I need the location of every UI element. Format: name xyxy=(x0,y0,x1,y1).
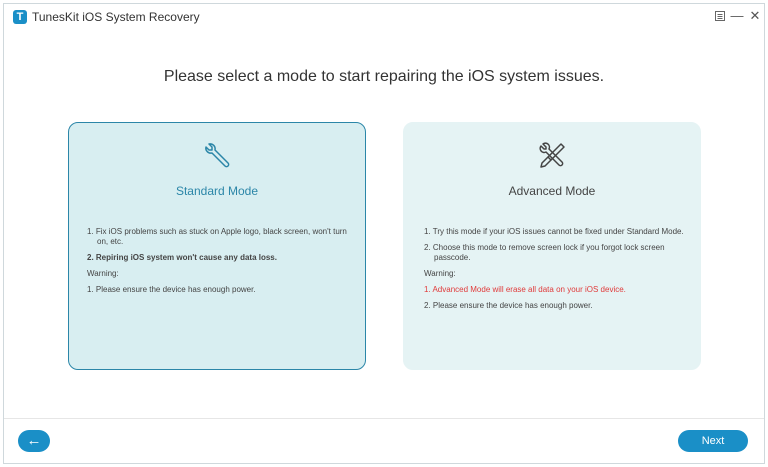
advanced-warning-1: 1. Advanced Mode will erase all data on … xyxy=(424,285,626,294)
page-title: Please select a mode to start repairing … xyxy=(163,68,605,85)
arrow-left-icon: ← xyxy=(26,432,42,449)
advanced-line-2: 2. Choose this mode to remove screen loc… xyxy=(424,243,665,262)
title-bar: T TunesKit iOS System Recovery — ✕ xyxy=(4,4,764,30)
standard-warning-label: Warning: xyxy=(87,269,119,278)
tools-icon xyxy=(537,141,567,171)
standard-line-2: 2. Repiring iOS system won't cause any d… xyxy=(87,253,277,262)
standard-mode-card[interactable]: Standard Mode 1. Fix iOS problems such a… xyxy=(68,122,366,370)
next-button[interactable]: Next xyxy=(678,430,748,452)
standard-line-1: 1. Fix iOS problems such as stuck on App… xyxy=(87,227,347,246)
advanced-warning-2: 2. Please ensure the device has enough p… xyxy=(424,301,593,310)
standard-mode-title: Standard Mode xyxy=(175,184,259,198)
menu-icon[interactable] xyxy=(712,8,728,24)
app-title: TunesKit iOS System Recovery xyxy=(32,10,200,24)
standard-warning-1: 1. Please ensure the device has enough p… xyxy=(87,285,256,294)
advanced-line-1: 1. Try this mode if your iOS issues cann… xyxy=(424,227,684,236)
advanced-mode-description: 1. Try this mode if your iOS issues cann… xyxy=(424,227,686,317)
advanced-warning-label: Warning: xyxy=(424,269,456,278)
wrench-icon xyxy=(202,141,232,171)
app-logo-icon: T xyxy=(13,10,27,24)
standard-mode-description: 1. Fix iOS problems such as stuck on App… xyxy=(87,227,349,301)
advanced-mode-title: Advanced Mode xyxy=(508,184,596,198)
minimize-button[interactable]: — xyxy=(729,8,745,24)
close-button[interactable]: ✕ xyxy=(747,8,763,24)
advanced-mode-card[interactable]: Advanced Mode 1. Try this mode if your i… xyxy=(403,122,701,370)
back-button[interactable]: ← xyxy=(18,430,50,452)
footer-divider xyxy=(4,418,764,419)
app-window: T TunesKit iOS System Recovery — ✕ Pleas… xyxy=(3,3,765,464)
